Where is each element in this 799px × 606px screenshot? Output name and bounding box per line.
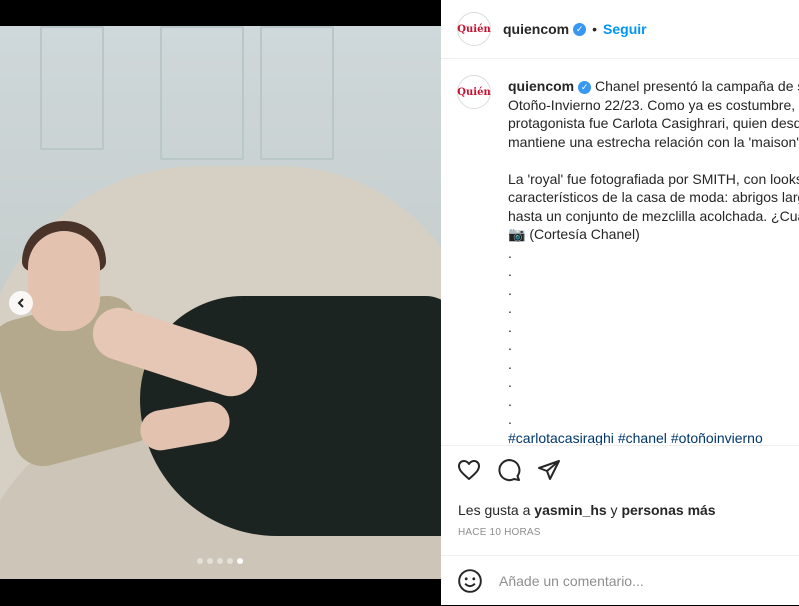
carousel-dot — [227, 558, 233, 564]
caption-line: protagonista fue Carlota Casighrari, qui… — [508, 115, 799, 131]
caption-avatar[interactable]: Quién — [457, 75, 491, 109]
likes-connector: y — [610, 502, 618, 518]
photo-face — [28, 231, 100, 331]
like-button[interactable] — [457, 458, 481, 482]
caption-line — [508, 151, 799, 170]
caption-line: mantiene una estrecha relación con la 'm… — [508, 133, 799, 150]
liker-username[interactable]: yasmin_hs — [534, 502, 606, 518]
separator: • — [592, 21, 598, 37]
likes-prefix: Les gusta a — [458, 502, 531, 518]
carousel-indicator — [197, 558, 243, 564]
caption-line: . — [508, 300, 512, 316]
carousel-dot — [207, 558, 213, 564]
wall-panel — [160, 26, 244, 160]
caption-line: Otoño-Invierno 22/23. Como ya es costumb… — [508, 96, 796, 113]
post-photo[interactable] — [0, 26, 441, 579]
avatar[interactable]: Quién — [457, 12, 491, 46]
caption-text: quiencom ✓ Chanel presentó la campaña de … — [508, 77, 799, 446]
caption-line: . — [508, 337, 512, 353]
caption-line: La 'royal' fue fotografiada por SMITH, c… — [508, 170, 799, 187]
caption-line-first: quiencom ✓ Chanel presentó la campaña de … — [508, 77, 799, 96]
carousel-dot — [237, 558, 243, 564]
caption-username[interactable]: quiencom — [508, 78, 574, 94]
post-media-pane — [0, 0, 441, 605]
verified-badge-icon: ✓ — [578, 80, 592, 94]
action-bar — [457, 458, 561, 482]
hashtag-link[interactable]: #chanel — [618, 430, 667, 446]
carousel-prev-button[interactable] — [9, 291, 33, 315]
comments-section[interactable]: Quién quiencom ✓ Chanel presentó la campa… — [441, 59, 799, 446]
heart-icon — [458, 460, 480, 480]
caption-line: 📷 (Cortesía Chanel) — [508, 226, 640, 242]
hashtag-list: #carlotacasiraghi #chanel #otoñoinvierno — [508, 429, 799, 446]
caption-line: . — [508, 263, 512, 279]
wall-panel — [260, 26, 334, 160]
post-header: Quién quiencom ✓ • Seguir — [441, 0, 799, 59]
caption-line: hasta un conjunto de mezclilla acolchada… — [508, 207, 799, 224]
caption-line: Chanel presentó la campaña de su — [595, 78, 799, 94]
caption-line: . — [508, 318, 512, 335]
caption-line: característicos de la casa de moda: abri… — [508, 189, 799, 205]
carousel-dot — [197, 558, 203, 564]
carousel-dot — [217, 558, 223, 564]
caption-line: . — [508, 244, 512, 261]
chevron-left-icon — [17, 298, 24, 308]
wall-panel — [40, 26, 104, 150]
caption-line: . — [508, 281, 512, 298]
caption-line: . — [508, 374, 512, 390]
post-timestamp[interactable]: HACE 10 HORAS — [458, 527, 541, 538]
hashtag-link[interactable]: #carlotacasiraghi — [508, 430, 614, 446]
paper-plane-icon — [538, 460, 560, 480]
caption-line: . — [508, 392, 512, 409]
post-sidebar: Quién quiencom ✓ • Seguir Quién quiencom… — [441, 0, 799, 605]
comment-icon — [498, 459, 521, 482]
follow-button[interactable]: Seguir — [603, 21, 647, 37]
share-button[interactable] — [537, 458, 561, 482]
caption-line: . — [508, 355, 512, 372]
username-link[interactable]: quiencom — [503, 21, 569, 37]
comment-input[interactable] — [497, 572, 781, 590]
caption-line: . — [508, 411, 512, 427]
emoji-icon[interactable] — [457, 568, 483, 594]
comment-button[interactable] — [497, 458, 521, 482]
comment-composer — [441, 555, 799, 606]
hashtag-link[interactable]: #otoñoinvierno — [671, 430, 763, 446]
likes-others-link[interactable]: personas más — [621, 502, 715, 518]
verified-badge-icon: ✓ — [573, 22, 587, 36]
likes-summary: Les gusta a yasmin_hs y personas más — [458, 502, 716, 518]
